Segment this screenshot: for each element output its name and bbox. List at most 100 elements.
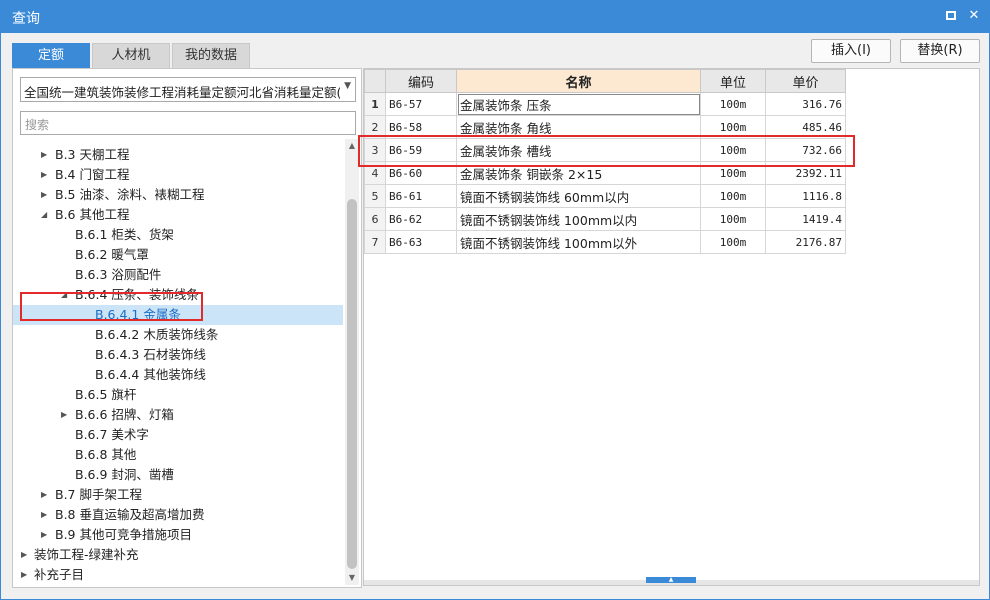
- expand-arrow-icon[interactable]: ▶: [21, 565, 31, 585]
- tree-node-label: B.6 其他工程: [55, 207, 130, 222]
- tree-node-label: B.8 垂直运输及超高增加费: [55, 507, 205, 522]
- replace-button[interactable]: 替换(R): [900, 39, 980, 63]
- tree-node-label: B.6.4.3 石材装饰线: [95, 347, 206, 362]
- column-header-name[interactable]: 名称: [456, 69, 701, 93]
- expand-arrow-icon[interactable]: ▶: [41, 185, 51, 205]
- scroll-up-icon[interactable]: ▲: [345, 139, 359, 153]
- tree-node[interactable]: B.6.1 柜类、货架: [13, 225, 343, 245]
- cell-name[interactable]: 镜面不锈钢装饰线 60mm以内: [456, 184, 701, 208]
- scroll-down-icon[interactable]: ▼: [345, 571, 359, 585]
- tree-node[interactable]: ▶ B.6.6 招牌、灯箱: [13, 405, 343, 425]
- table-row[interactable]: 7 B6-63 镜面不锈钢装饰线 100mm以外 100m 2176.87: [364, 230, 846, 254]
- row-number[interactable]: 7: [364, 230, 386, 254]
- row-number-header: [364, 69, 386, 93]
- expand-arrow-icon[interactable]: ▶: [41, 505, 51, 525]
- tree-node-label: B.6.1 柜类、货架: [75, 227, 174, 242]
- tree-node-label: B.6.7 美术字: [75, 427, 149, 442]
- horizontal-scrollbar[interactable]: ▲: [364, 577, 979, 585]
- tree-node[interactable]: ▶ B.5 油漆、涂料、裱糊工程: [13, 185, 343, 205]
- highlight-box-tree: [20, 292, 203, 321]
- table-row[interactable]: 1 B6-57 金属装饰条 压条 100m 316.76: [364, 92, 846, 116]
- tree-node[interactable]: ◢ B.6 其他工程: [13, 205, 343, 225]
- tree-node-label: B.6.4.4 其他装饰线: [95, 367, 206, 382]
- tree-node-label: B.7 脚手架工程: [55, 487, 142, 502]
- tree-node[interactable]: B.6.2 暖气罩: [13, 245, 343, 265]
- expand-arrow-icon[interactable]: ▶: [41, 525, 51, 545]
- tree-node[interactable]: B.6.5 旗杆: [13, 385, 343, 405]
- tree-node[interactable]: ▶ B.7 脚手架工程: [13, 485, 343, 505]
- close-icon[interactable]: ✕: [966, 8, 982, 24]
- expand-arrow-icon[interactable]: ▶: [21, 545, 31, 565]
- tree-node[interactable]: ▶ B.3 天棚工程: [13, 145, 343, 165]
- library-select-value: 全国统一建筑装饰装修工程消耗量定额河北省消耗量定额(2012): [24, 85, 340, 100]
- search-placeholder: 搜索: [25, 118, 50, 132]
- column-header-price[interactable]: 单价: [765, 69, 846, 93]
- cell-price[interactable]: 1116.8: [765, 184, 846, 208]
- cell-name[interactable]: 镜面不锈钢装饰线 100mm以外: [456, 230, 701, 254]
- column-header-code[interactable]: 编码: [385, 69, 457, 93]
- tree-node-label: B.3 天棚工程: [55, 147, 130, 162]
- column-header-unit[interactable]: 单位: [700, 69, 766, 93]
- restore-icon[interactable]: [944, 8, 960, 24]
- cell-name[interactable]: 金属装饰条 压条: [456, 92, 701, 116]
- cell-unit[interactable]: 100m: [700, 92, 766, 116]
- row-number[interactable]: 1: [364, 92, 386, 116]
- tree-node[interactable]: B.6.7 美术字: [13, 425, 343, 445]
- tree-node-label: B.4 门窗工程: [55, 167, 130, 182]
- expand-arrow-icon[interactable]: ▶: [41, 145, 51, 165]
- row-number[interactable]: 5: [364, 184, 386, 208]
- tree-node[interactable]: B.6.8 其他: [13, 445, 343, 465]
- panel-splitter-grip[interactable]: ▲: [646, 577, 696, 583]
- cell-code[interactable]: B6-63: [385, 230, 457, 254]
- tree-node-label: B.6.5 旗杆: [75, 387, 137, 402]
- tree-node-label: 装饰工程-绿建补充: [34, 547, 139, 562]
- row-number[interactable]: 6: [364, 207, 386, 231]
- cell-code[interactable]: B6-62: [385, 207, 457, 231]
- cell-name[interactable]: 镜面不锈钢装饰线 100mm以内: [456, 207, 701, 231]
- cell-price[interactable]: 1419.4: [765, 207, 846, 231]
- tree-node-label: B.5 油漆、涂料、裱糊工程: [55, 187, 205, 202]
- title-bar: 查询 ✕: [0, 0, 990, 33]
- tree-node[interactable]: ▶ 补充子目: [13, 565, 343, 585]
- cell-price[interactable]: 316.76: [765, 92, 846, 116]
- tree-node[interactable]: ▶ B.8 垂直运输及超高增加费: [13, 505, 343, 525]
- tree-node[interactable]: B.6.9 封洞、凿槽: [13, 465, 343, 485]
- insert-button[interactable]: 插入(I): [811, 39, 891, 63]
- left-panel: 全国统一建筑装饰装修工程消耗量定额河北省消耗量定额(2012) ▼ 搜索 ▶ B.…: [12, 68, 362, 588]
- tree-node[interactable]: B.6.4.2 木质装饰线条: [13, 325, 343, 345]
- cell-code[interactable]: B6-61: [385, 184, 457, 208]
- tree-node-label: 补充子目: [34, 567, 85, 582]
- library-select[interactable]: 全国统一建筑装饰装修工程消耗量定额河北省消耗量定额(2012) ▼: [20, 77, 356, 102]
- tree-node-label: B.6.3 浴厕配件: [75, 267, 162, 282]
- tree-node-label: B.6.9 封洞、凿槽: [75, 467, 174, 482]
- window-title: 查询: [12, 11, 40, 27]
- tree-node[interactable]: ▶ B.4 门窗工程: [13, 165, 343, 185]
- tree-node-label: B.9 其他可竞争措施项目: [55, 527, 192, 542]
- tab-quota[interactable]: 定额: [12, 43, 90, 68]
- tab-my-data[interactable]: 我的数据: [172, 43, 250, 68]
- tree-node[interactable]: ▶ B.9 其他可竞争措施项目: [13, 525, 343, 545]
- tree-scrollbar[interactable]: ▲ ▼: [345, 139, 359, 585]
- tree-node[interactable]: B.6.4.3 石材装饰线: [13, 345, 343, 365]
- cell-unit[interactable]: 100m: [700, 184, 766, 208]
- highlight-box-row: [358, 135, 855, 167]
- tree-node-label: B.6.6 招牌、灯箱: [75, 407, 174, 422]
- table-row[interactable]: 6 B6-62 镜面不锈钢装饰线 100mm以内 100m 1419.4: [364, 207, 846, 231]
- cell-code[interactable]: B6-57: [385, 92, 457, 116]
- cell-unit[interactable]: 100m: [700, 207, 766, 231]
- collapse-arrow-icon[interactable]: ◢: [41, 205, 51, 225]
- expand-arrow-icon[interactable]: ▶: [41, 165, 51, 185]
- cell-unit[interactable]: 100m: [700, 230, 766, 254]
- cell-price[interactable]: 2176.87: [765, 230, 846, 254]
- tree-node[interactable]: B.6.4.4 其他装饰线: [13, 365, 343, 385]
- expand-arrow-icon[interactable]: ▶: [61, 405, 71, 425]
- tree-node-label: B.6.4.2 木质装饰线条: [95, 327, 219, 342]
- tree-node[interactable]: B.6.3 浴厕配件: [13, 265, 343, 285]
- search-input[interactable]: 搜索: [20, 111, 356, 135]
- tree-node[interactable]: ▶ 装饰工程-绿建补充: [13, 545, 343, 565]
- table-row[interactable]: 5 B6-61 镜面不锈钢装饰线 60mm以内 100m 1116.8: [364, 184, 846, 208]
- scrollbar-thumb[interactable]: [347, 199, 357, 569]
- expand-arrow-icon[interactable]: ▶: [41, 485, 51, 505]
- tab-labor-material-machine[interactable]: 人材机: [92, 43, 170, 68]
- tree-node-label: B.6.2 暖气罩: [75, 247, 149, 262]
